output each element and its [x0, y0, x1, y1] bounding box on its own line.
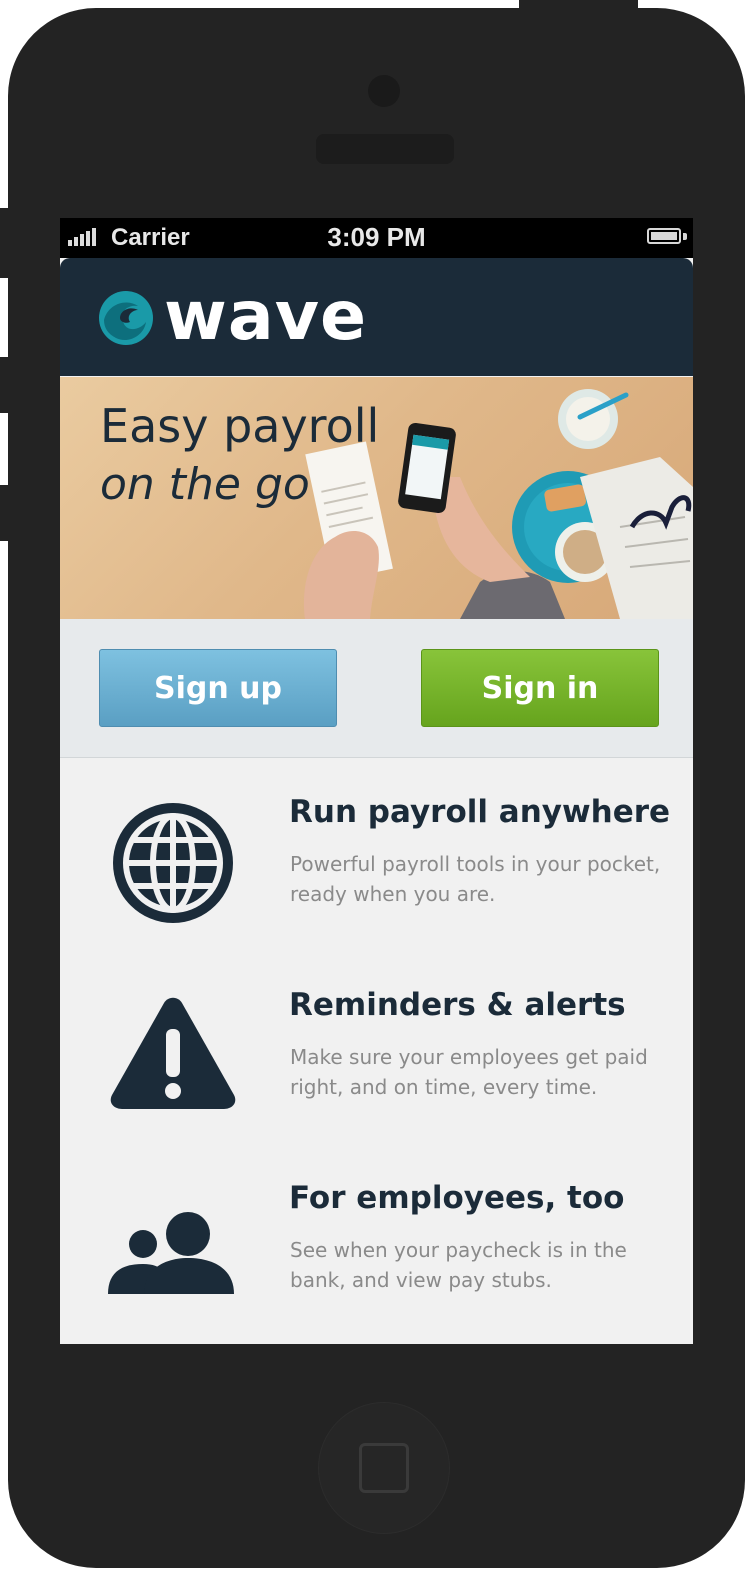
feature-reminders: Reminders & alerts Make sure your employ…: [60, 951, 693, 1145]
sign-in-button[interactable]: Sign in: [421, 649, 659, 727]
auth-actions: Sign up Sign in: [60, 619, 693, 758]
earpiece-speaker: [316, 134, 454, 164]
hero-subtitle: on the go: [100, 459, 310, 510]
home-square-icon: [359, 1443, 409, 1493]
front-camera: [368, 75, 400, 107]
hero-title: Easy payroll: [100, 399, 380, 453]
people-icon: [108, 1212, 234, 1294]
home-button[interactable]: [318, 1402, 450, 1534]
feature-employees: For employees, too See when your paychec…: [60, 1144, 693, 1344]
hero-banner: Easy payroll on the go: [60, 377, 693, 619]
feature-description: Powerful payroll tools in your pocket, r…: [290, 852, 661, 906]
warning-icon: [110, 997, 236, 1109]
battery-tip: [683, 233, 687, 240]
screen: Carrier 3:09 PM wave Easy payroll on the…: [60, 218, 693, 1344]
globe-icon: [113, 803, 233, 923]
feature-title: Reminders & alerts: [289, 987, 626, 1023]
status-bar: Carrier 3:09 PM: [60, 218, 693, 258]
sign-up-button[interactable]: Sign up: [99, 649, 337, 727]
status-time: 3:09 PM: [327, 222, 426, 252]
battery-icon: [647, 228, 681, 244]
feature-title: Run payroll anywhere: [289, 794, 671, 830]
app-header: wave: [60, 258, 693, 376]
feature-run-payroll: Run payroll anywhere Powerful payroll to…: [60, 758, 693, 952]
wave-logo-icon: [99, 291, 153, 345]
feature-description: Make sure your employees get paid right,…: [290, 1045, 648, 1099]
feature-title: For employees, too: [289, 1180, 625, 1216]
feature-description: See when your paycheck is in the bank, a…: [290, 1238, 627, 1292]
wave-logo-text: wave: [164, 277, 368, 356]
